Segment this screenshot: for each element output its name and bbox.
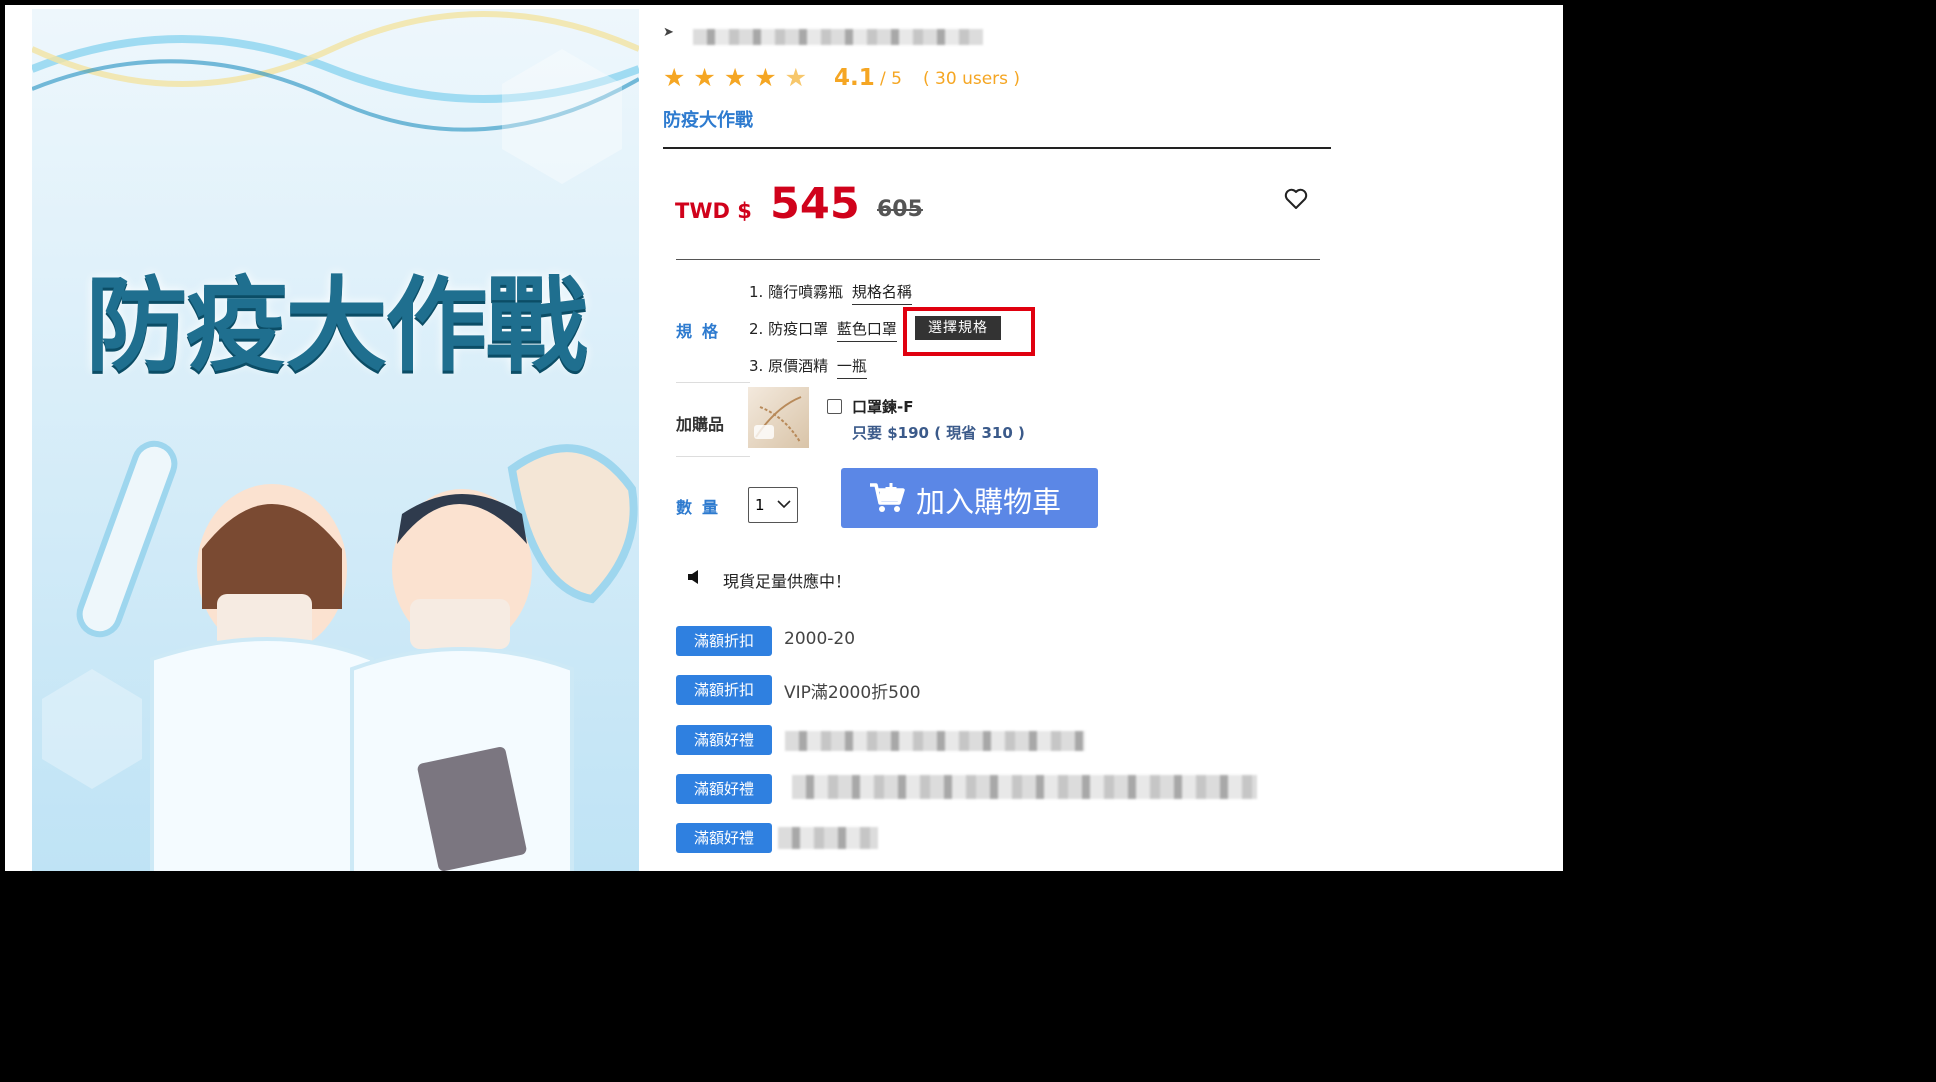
promo-badge[interactable]: 滿額好禮 [676,725,772,755]
spec-num: 2. [749,320,764,338]
quantity-label: 數量 [676,498,729,517]
currency-label: TWD $ [675,199,752,223]
addon-name: 口罩鍊-F [852,398,914,416]
stock-notice: 現貨足量供應中！ [723,572,852,591]
row-divider [676,382,750,383]
rating-stars: ★★★★★ [663,63,816,92]
add-to-cart-label: 加入購物車 [916,485,1062,519]
spec-name: 原價酒精 [768,357,829,375]
promo-badge[interactable]: 滿額折扣 [676,626,772,656]
spec-value[interactable]: 藍色口罩 [836,320,897,342]
spec-name: 隨行噴霧瓶 [768,283,844,301]
redacted-breadcrumb [693,29,983,45]
divider [663,147,1331,149]
spec-row-3: 3. 原價酒精 一瓶 [749,355,867,379]
spec-row-2: 2. 防疫口罩 藍色口罩 [749,318,897,342]
row-divider [676,456,750,457]
promo-badge[interactable]: 滿額好禮 [676,823,772,853]
original-price: 605 [877,197,923,222]
rating-max: / 5 [880,69,902,89]
addon-price: 只要 $190 ( 現省 310 ) [852,424,1025,442]
quantity-select[interactable]: 1 [748,487,798,523]
spec-value[interactable]: 規格名稱 [851,283,912,305]
addon-thumbnail [748,387,809,448]
promo-text: 2000-20 [784,629,856,649]
page-frame: 防疫大作戰 ➤ ★★★★★ 4.1 / 5 ( 30 users ) 防疫大作戰… [5,5,1563,871]
spec-num: 3. [749,357,764,375]
spec-row-1: 1. 隨行噴霧瓶 規格名稱 [749,281,912,305]
highlight-box [903,307,1035,356]
location-icon: ➤ [663,25,674,40]
addon-label: 加購品 [676,415,725,434]
product-info: ➤ ★★★★★ 4.1 / 5 ( 30 users ) 防疫大作戰 TWD $… [5,5,1563,871]
spec-name: 防疫口罩 [768,320,829,338]
heart-icon[interactable] [1284,188,1308,210]
rating-users-link[interactable]: ( 30 users ) [923,69,1020,89]
promo-text: VIP滿2000折500 [784,683,921,703]
addon-image [754,396,802,443]
speaker-icon [688,570,698,584]
redacted-promo-text [778,827,878,849]
redacted-promo-text [785,731,1085,751]
spec-value[interactable]: 一瓶 [836,357,867,379]
promo-badge[interactable]: 滿額折扣 [676,675,772,705]
product-title: 防疫大作戰 [663,110,753,131]
rating-value: 4.1 [834,65,875,91]
sale-price: 545 [770,179,860,229]
cart-icon [870,483,905,512]
spec-num: 1. [749,283,764,301]
chevron-down-icon [777,500,791,509]
quantity-value: 1 [755,496,765,514]
add-to-cart-button[interactable]: 加入購物車 [841,468,1098,528]
addon-checkbox[interactable] [827,399,842,414]
spec-label: 規格 [676,322,729,341]
redacted-promo-text [792,775,1257,799]
promo-badge[interactable]: 滿額好禮 [676,774,772,804]
divider [676,259,1320,260]
